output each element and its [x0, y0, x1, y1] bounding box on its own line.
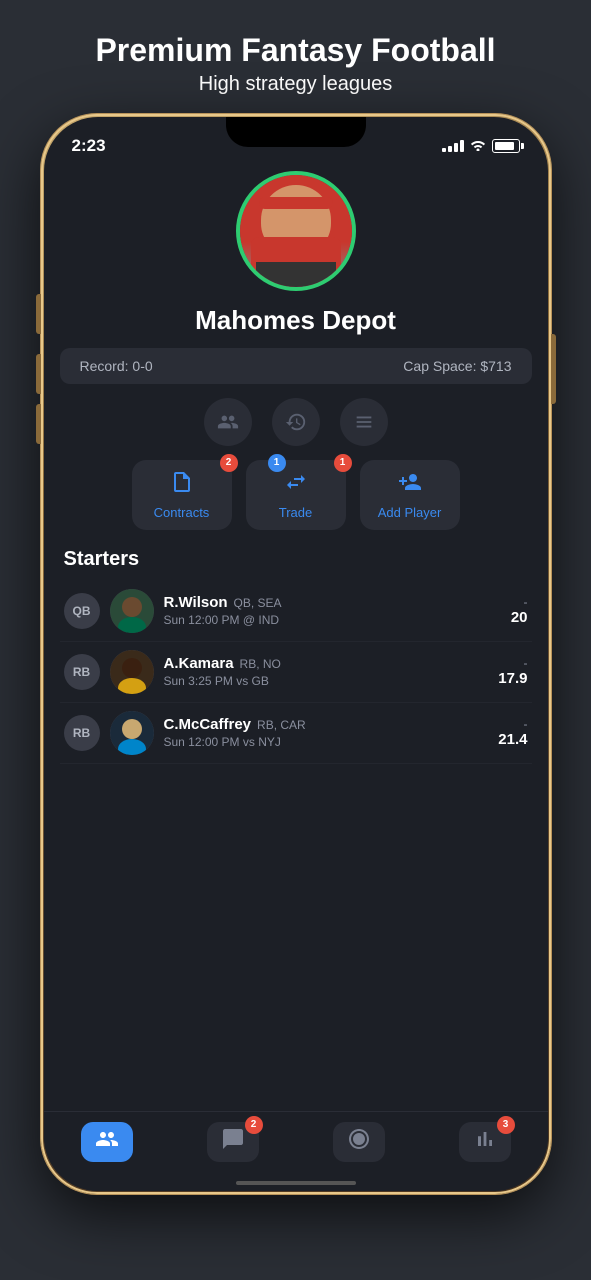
stats-tab-icon-wrap: 3 [459, 1122, 511, 1162]
stats-bar: Record: 0-0 Cap Space: $713 [60, 348, 532, 384]
score-dash: - [498, 656, 527, 670]
page-title: Premium Fantasy Football [95, 32, 495, 69]
player-info-mccaffrey: C.McCaffrey RB, CAR Sun 12:00 PM vs NYJ [164, 716, 489, 749]
avatar-section [60, 171, 532, 291]
contracts-icon [170, 470, 194, 500]
tab-roster[interactable] [81, 1122, 133, 1162]
player-name: A.Kamara [164, 655, 234, 672]
player-image [240, 175, 352, 287]
player-score-rwilson: - 20 [511, 595, 528, 626]
table-row: RB A.Kamara RB, NO Sun 3:25 PM vs GB [60, 642, 532, 703]
screen-content: Mahomes Depot Record: 0-0 Cap Space: $71… [44, 161, 548, 764]
player-game: Sun 12:00 PM vs NYJ [164, 735, 489, 749]
chat-tab-badge: 2 [245, 1116, 263, 1134]
score-value: 20 [511, 609, 528, 626]
player-avatar-kamara [110, 650, 154, 694]
trade-label: Trade [279, 505, 312, 520]
page-header: Premium Fantasy Football High strategy l… [75, 0, 515, 114]
trade-badge-left: 1 [268, 454, 286, 472]
action-row: 2 Contracts 1 1 Trade [60, 460, 532, 530]
history-icon-btn[interactable] [272, 398, 320, 446]
player-game: Sun 12:00 PM @ IND [164, 613, 501, 627]
stats-tab-badge: 3 [497, 1116, 515, 1134]
roster-tab-icon [95, 1127, 119, 1157]
table-row: RB C.McCaffrey RB, CAR Sun 12:00 PM vs N… [60, 703, 532, 764]
tab-stats[interactable]: 3 [459, 1122, 511, 1162]
add-player-label: Add Player [378, 505, 442, 520]
cap-space-label: Cap Space: $713 [403, 358, 511, 374]
team-avatar [236, 171, 356, 291]
status-time: 2:23 [72, 136, 106, 156]
player-name: R.Wilson [164, 594, 228, 611]
player-name: C.McCaffrey [164, 716, 252, 733]
record-label: Record: 0-0 [80, 358, 153, 374]
add-player-icon [398, 470, 422, 500]
page-subtitle: High strategy leagues [95, 73, 495, 96]
position-badge-qb: QB [64, 593, 100, 629]
player-avatar-mccaffrey [110, 711, 154, 755]
chat-tab-icon [221, 1127, 245, 1157]
status-bar: 2:23 [44, 117, 548, 161]
roster-tab-icon-wrap [81, 1122, 133, 1162]
status-icons [442, 138, 520, 154]
football-tab-icon [347, 1127, 371, 1157]
position-badge-rb2: RB [64, 715, 100, 751]
home-indicator [236, 1181, 356, 1185]
player-info-kamara: A.Kamara RB, NO Sun 3:25 PM vs GB [164, 655, 489, 688]
score-value: 17.9 [498, 670, 527, 687]
player-game: Sun 3:25 PM vs GB [164, 674, 489, 688]
tab-bar: 2 3 [44, 1111, 548, 1191]
player-pos-team: RB, NO [240, 657, 281, 671]
tab-chat[interactable]: 2 [207, 1122, 259, 1162]
tab-football[interactable] [333, 1122, 385, 1162]
trade-badge-right: 1 [334, 454, 352, 472]
roster-icon-btn[interactable] [204, 398, 252, 446]
trade-icon [284, 470, 308, 500]
chat-tab-icon-wrap: 2 [207, 1122, 259, 1162]
menu-icon-btn[interactable] [340, 398, 388, 446]
battery-icon [492, 139, 520, 153]
add-player-button[interactable]: Add Player [360, 460, 460, 530]
team-name: Mahomes Depot [60, 305, 532, 336]
player-score-kamara: - 17.9 [498, 656, 527, 687]
trade-button[interactable]: 1 1 Trade [246, 460, 346, 530]
player-pos-team: QB, SEA [234, 596, 282, 610]
contracts-label: Contracts [154, 505, 210, 520]
score-dash: - [498, 717, 527, 731]
phone-screen: 2:23 [44, 117, 548, 1191]
score-value: 21.4 [498, 731, 527, 748]
signal-icon [442, 140, 464, 152]
table-row: QB R.Wilson QB, SEA Sun 12:00 PM @ IND [60, 581, 532, 642]
player-pos-team: RB, CAR [257, 718, 306, 732]
wifi-icon [470, 138, 486, 154]
football-tab-icon-wrap [333, 1122, 385, 1162]
contracts-button[interactable]: 2 Contracts [132, 460, 232, 530]
player-avatar-rwilson [110, 589, 154, 633]
phone-shell: 2:23 [41, 114, 551, 1194]
icon-row [60, 398, 532, 446]
starters-title: Starters [60, 548, 532, 571]
position-badge-rb1: RB [64, 654, 100, 690]
player-score-mccaffrey: - 21.4 [498, 717, 527, 748]
contracts-badge: 2 [220, 454, 238, 472]
score-dash: - [511, 595, 528, 609]
player-info-rwilson: R.Wilson QB, SEA Sun 12:00 PM @ IND [164, 594, 501, 627]
stats-tab-icon [473, 1127, 497, 1157]
